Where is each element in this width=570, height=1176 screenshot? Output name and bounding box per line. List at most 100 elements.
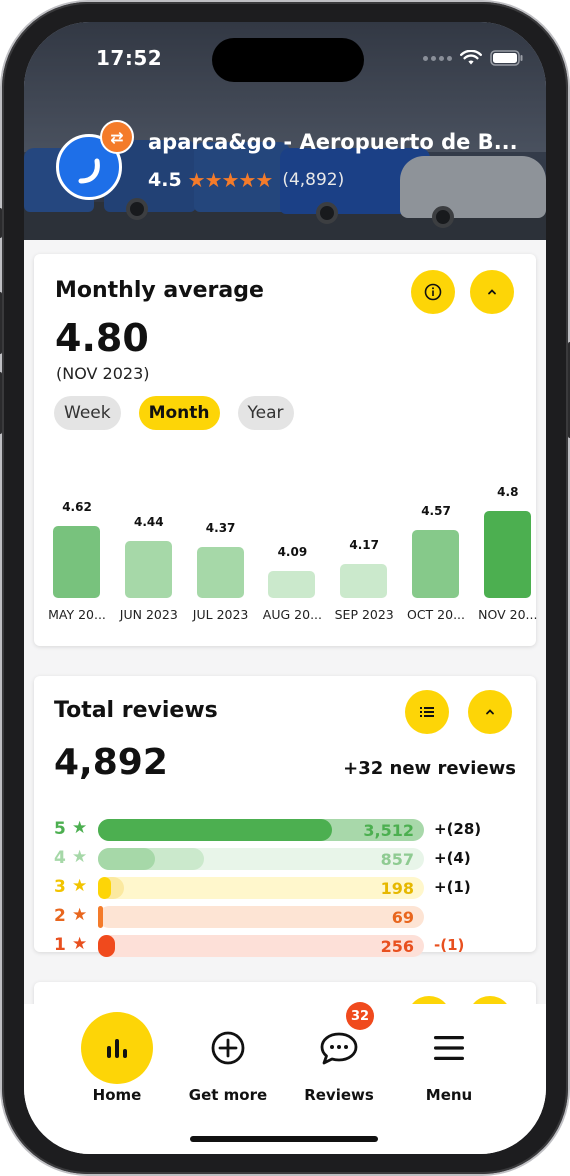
tab-year[interactable]: Year: [237, 396, 294, 430]
rating-star-number: 2: [54, 906, 66, 926]
rating-star-number: 1: [54, 935, 66, 955]
chart-category-label: NOV 20...: [478, 607, 538, 622]
rating-count: 69: [391, 908, 414, 927]
chart-bar[interactable]: [53, 526, 100, 598]
nav-reviews[interactable]: Reviews: [284, 1004, 394, 1114]
volume-up-button: [0, 292, 2, 354]
rating-row-5-star[interactable]: 5 ★ 3,512 +(28): [54, 818, 524, 842]
bar-chart-icon: [107, 1039, 127, 1058]
dynamic-island: [212, 38, 364, 82]
chevron-up-icon: [486, 709, 494, 715]
phone-frame: 17:52 ⇄ aparca&go - Aeropuerto de B... 4…: [0, 2, 570, 1174]
chart-category-label: AUG 20...: [262, 607, 322, 622]
nav-home[interactable]: Home: [62, 1004, 172, 1114]
total-reviews-card: Total reviews 4,892 +32 new reviews 5 ★ 3,…: [34, 676, 536, 957]
rating-bar-fill: [98, 848, 155, 870]
nav-get-more[interactable]: Get more: [173, 1004, 283, 1114]
chart-bar[interactable]: [340, 564, 388, 598]
rating-row-3-star[interactable]: 3 ★ 198 +(1): [54, 876, 524, 900]
rating-count: 256: [380, 937, 414, 956]
switch-business-icon[interactable]: ⇄: [100, 120, 134, 154]
nav-label-get-more: Get more: [188, 1086, 268, 1104]
info-button[interactable]: [411, 270, 455, 314]
chart-category-label: JUL 2023: [192, 607, 249, 622]
rating-score: 4.5: [148, 169, 182, 191]
rating-count: 857: [380, 850, 414, 869]
cellular-signal-icon: [423, 55, 452, 61]
home-button[interactable]: [81, 1012, 153, 1084]
card-title: Total reviews: [54, 698, 218, 723]
chart-value-label: 4.57: [421, 504, 451, 519]
chart-category-label: MAY 20...: [48, 607, 106, 622]
rating-bar-fill: [98, 935, 115, 957]
hamburger-icon: [434, 1036, 464, 1060]
star-icon: ★: [72, 818, 88, 838]
nav-menu[interactable]: Menu: [394, 1004, 504, 1114]
chart-category-label: JUN 2023: [119, 607, 178, 622]
rating-delta: -(1): [434, 936, 465, 954]
rating-stars-icon: ★★★★★: [187, 168, 274, 192]
total-reviews-value: 4,892: [54, 742, 168, 783]
chart-bar[interactable]: [483, 510, 531, 598]
rating-count: 198: [380, 879, 414, 898]
business-rating: 4.5 ★★★★★ (4,892): [148, 168, 344, 192]
plus-circle-icon: [211, 1031, 245, 1065]
tab-month[interactable]: Month: [138, 396, 220, 430]
nav-label-reviews: Reviews: [304, 1086, 374, 1104]
rating-count: 3,512: [363, 821, 414, 840]
tab-week[interactable]: Week: [54, 396, 121, 430]
chart-bar[interactable]: [412, 530, 459, 598]
rating-bar-track: 69: [98, 906, 424, 928]
new-reviews-count: +32 new reviews: [343, 758, 516, 779]
rating-bar-track: 256: [98, 935, 424, 957]
rating-bar-fill: [98, 906, 103, 928]
rating-bar-track: 857: [98, 848, 424, 870]
chart-bar[interactable]: [124, 541, 172, 598]
chart-value-label: 4.17: [349, 538, 379, 553]
rating-row-1-star[interactable]: 1 ★ 256 -(1): [54, 934, 524, 958]
rating-bar-track: 198: [98, 877, 424, 899]
status-icons: [423, 50, 524, 66]
reviews-badge: 32: [346, 1002, 374, 1030]
rating-delta: +(28): [434, 820, 482, 838]
star-icon: ★: [72, 876, 88, 896]
list-view-button[interactable]: [405, 690, 449, 734]
rating-bar-track: 3,512: [98, 819, 424, 841]
collapse-button[interactable]: [468, 690, 512, 734]
rating-row-4-star[interactable]: 4 ★ 857 +(4): [54, 847, 524, 871]
chat-bubble-icon: [320, 1032, 358, 1065]
chart-value-label: 4.09: [277, 544, 308, 559]
rating-bar-fill: [98, 819, 332, 841]
period-tabs: Week Month Year: [54, 396, 294, 430]
rating-star-number: 4: [54, 848, 66, 868]
chart-value-label: 4.37: [205, 521, 236, 536]
chart-category-label: OCT 20...: [406, 607, 465, 622]
monthly-average-period: (NOV 2023): [56, 364, 150, 383]
status-time: 17:52: [96, 46, 163, 70]
business-name: aparca&go - Aeropuerto de B...: [148, 130, 518, 154]
chart-bar[interactable]: [268, 570, 316, 598]
nav-label-home: Home: [92, 1086, 142, 1104]
chart-bar[interactable]: [196, 547, 244, 598]
chevron-up-icon: [488, 289, 496, 295]
rating-bar-fill: [98, 877, 111, 899]
chart-category-label: SEP 2023: [334, 607, 394, 622]
rating-star-number: 5: [54, 819, 66, 839]
screen: 17:52 ⇄ aparca&go - Aeropuerto de B... 4…: [24, 22, 546, 1154]
action-button: [0, 208, 2, 238]
rating-row-2-star[interactable]: 2 ★ 69: [54, 905, 524, 929]
info-icon: [424, 283, 442, 301]
wifi-icon: [460, 50, 482, 65]
volume-down-button: [0, 372, 2, 434]
rating-delta: +(4): [434, 849, 471, 867]
rating-count: (4,892): [282, 170, 345, 190]
star-icon: ★: [72, 934, 88, 954]
rating-star-number: 3: [54, 877, 66, 897]
list-icon: [420, 707, 434, 717]
nav-label-menu: Menu: [425, 1086, 473, 1104]
rating-delta: +(1): [434, 878, 471, 896]
collapse-button[interactable]: [470, 270, 514, 314]
star-icon: ★: [72, 905, 88, 925]
star-icon: ★: [72, 847, 88, 867]
monthly-average-value: 4.80: [55, 316, 149, 360]
